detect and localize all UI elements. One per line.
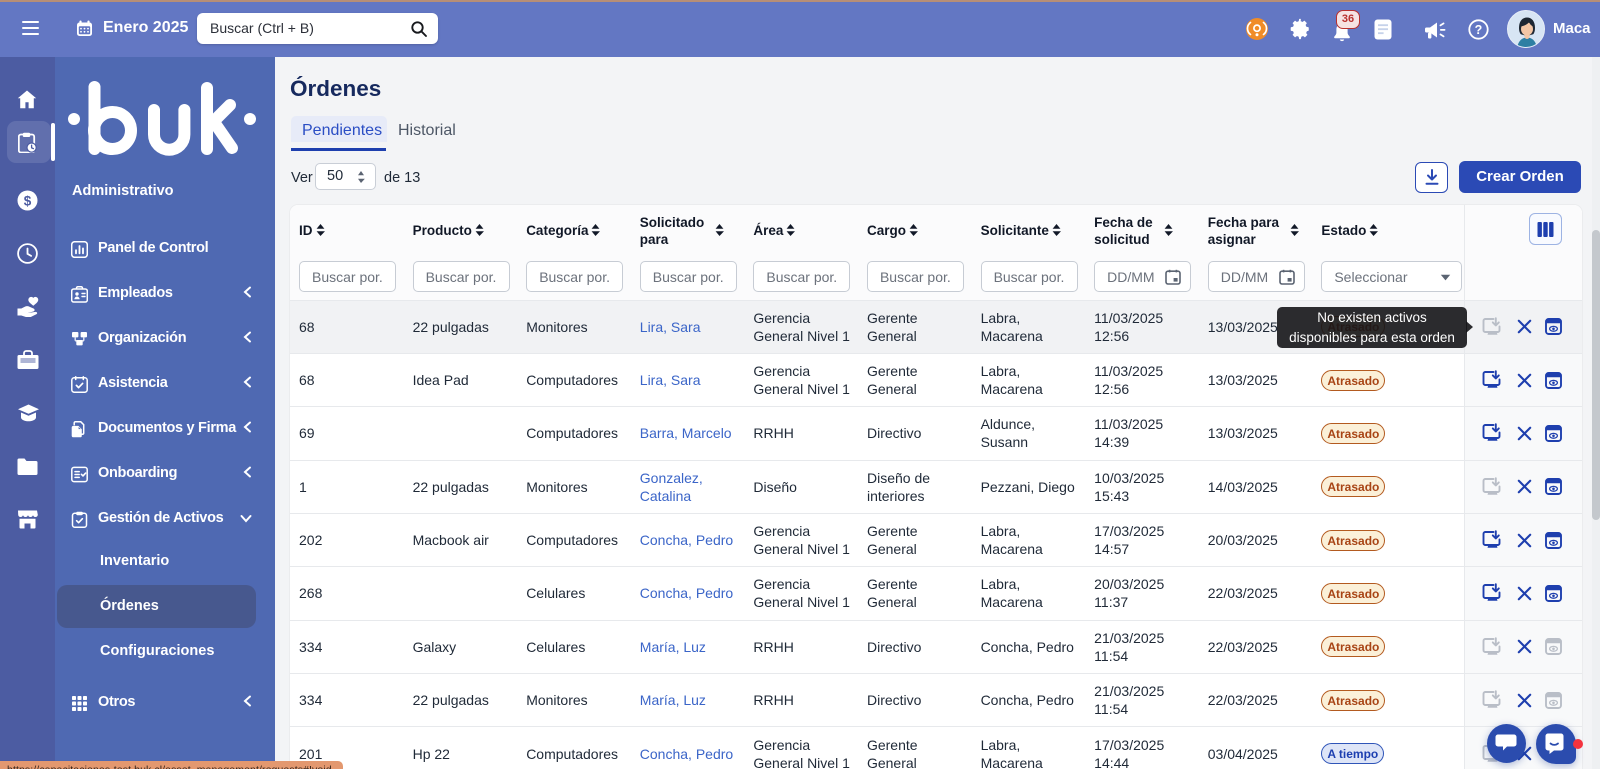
svg-text:$: $ [24, 194, 32, 209]
svg-text:?: ? [1475, 23, 1483, 37]
